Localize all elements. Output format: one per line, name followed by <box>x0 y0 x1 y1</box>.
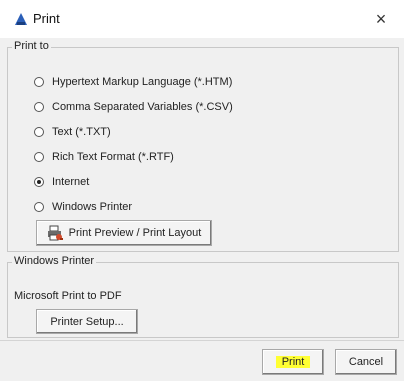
radio-label-htm: Hypertext Markup Language (*.HTM) <box>52 76 233 88</box>
print-preview-icon <box>47 225 63 241</box>
radio-button[interactable] <box>34 77 44 87</box>
print-preview-button[interactable]: Print Preview / Print Layout <box>36 220 212 246</box>
radio-windows-printer[interactable]: Windows Printer <box>34 199 132 215</box>
print-dialog: Print × Print to Hypertext Markup Langua… <box>0 0 404 381</box>
window-title: Print <box>33 11 60 26</box>
radio-label-internet: Internet <box>52 176 90 188</box>
radio-htm[interactable]: Hypertext Markup Language (*.HTM) <box>34 74 232 90</box>
radio-txt[interactable]: Text (*.TXT) <box>34 124 111 140</box>
radio-button[interactable] <box>34 127 44 137</box>
print-dialog-icon <box>15 13 27 25</box>
radio-csv[interactable]: Comma Separated Variables (*.CSV) <box>34 99 233 115</box>
radio-internet[interactable]: Internet <box>34 174 89 190</box>
printer-setup-button[interactable]: Printer Setup... <box>36 309 138 334</box>
radio-label-windows-printer: Windows Printer <box>52 201 133 213</box>
cancel-button[interactable]: Cancel <box>335 349 397 375</box>
selected-printer-name: Microsoft Print to PDF <box>14 290 122 302</box>
title-bar: Print × <box>0 0 404 38</box>
cancel-button-label: Cancel <box>348 356 384 368</box>
footer-divider <box>0 340 404 341</box>
radio-button[interactable] <box>34 202 44 212</box>
radio-label-rtf: Rich Text Format (*.RTF) <box>52 151 174 163</box>
print-button-label: Print <box>275 356 311 368</box>
close-icon: × <box>375 9 387 29</box>
radio-button[interactable] <box>34 102 44 112</box>
windows-printer-label: Windows Printer <box>12 255 97 267</box>
print-to-label: Print to <box>12 40 51 52</box>
radio-button-selected[interactable] <box>34 177 44 187</box>
print-button[interactable]: Print <box>262 349 324 375</box>
printer-setup-label: Printer Setup... <box>50 315 124 328</box>
radio-rtf[interactable]: Rich Text Format (*.RTF) <box>34 149 174 165</box>
close-button[interactable]: × <box>368 6 394 32</box>
print-preview-label: Print Preview / Print Layout <box>68 227 202 239</box>
radio-label-csv: Comma Separated Variables (*.CSV) <box>52 101 233 113</box>
radio-button[interactable] <box>34 152 44 162</box>
radio-label-txt: Text (*.TXT) <box>52 126 111 138</box>
